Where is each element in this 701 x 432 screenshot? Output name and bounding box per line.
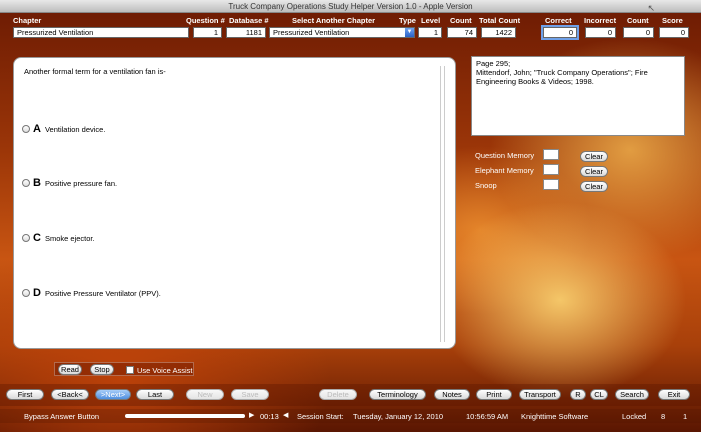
transport-button[interactable]: Transport [519, 389, 561, 400]
answer-d[interactable]: D Positive Pressure Ventilator (PPV). [22, 287, 161, 299]
snoop-label: Snoop [475, 181, 497, 190]
session-start-label: Session Start: [297, 412, 344, 421]
notes-button[interactable]: Notes [434, 389, 470, 400]
answer-a-radio[interactable] [22, 125, 30, 133]
answer-b[interactable]: B Positive pressure fan. [22, 177, 117, 189]
clear-elephant-memory-button[interactable]: Clear [580, 166, 608, 177]
select-chapter-label: Select Another Chapter [292, 16, 376, 25]
reference-box: Page 295; Mittendorf, John; "Truck Compa… [471, 56, 685, 136]
total-count-label: Total Count [479, 16, 521, 25]
clear-snoop-button[interactable]: Clear [580, 181, 608, 192]
level-label: Level [421, 16, 441, 25]
vendor-name: Knighttime Software [521, 412, 589, 421]
chapter-select[interactable]: Pressurized Ventilation ▼ [269, 27, 415, 38]
answer-c-letter: C [33, 232, 41, 244]
answer-c-radio[interactable] [22, 234, 30, 242]
chapter-label: Chapter [13, 16, 42, 25]
answer-b-letter: B [33, 177, 41, 189]
bypass-answer-label: Bypass Answer Button [24, 412, 100, 421]
exit-button[interactable]: Exit [658, 389, 690, 400]
session-date: Tuesday, January 12, 2010 [353, 412, 444, 421]
play-icon[interactable]: ▶ [249, 411, 254, 419]
voice-assist-label: Use Voice Assist [137, 366, 193, 375]
first-button[interactable]: First [6, 389, 44, 400]
dropdown-arrow-icon[interactable]: ▼ [405, 28, 414, 37]
answer-d-radio[interactable] [22, 289, 30, 297]
type-label: Type [399, 16, 416, 25]
elapsed-time: 00:13 [260, 412, 279, 421]
chapter-select-value: Pressurized Ventilation [273, 28, 350, 37]
elephant-memory-box[interactable] [543, 164, 559, 175]
locked-label: Locked [622, 412, 647, 421]
r-button[interactable]: R [570, 389, 586, 400]
chapter-field[interactable]: Pressurized Ventilation [13, 27, 189, 38]
progress-slider[interactable] [125, 414, 245, 418]
question-panel: Another formal term for a ventilation fa… [13, 57, 456, 349]
delete-button[interactable]: Delete [319, 389, 357, 400]
last-button[interactable]: Last [136, 389, 174, 400]
question-memory-box[interactable] [543, 149, 559, 160]
score-label: Score [662, 16, 683, 25]
answer-c-text: Smoke ejector. [44, 233, 95, 243]
question-memory-label: Question Memory [475, 151, 535, 160]
back-button[interactable]: <Back< [51, 389, 89, 400]
score-field[interactable]: 0 [659, 27, 689, 38]
question-number-field[interactable]: 1 [193, 27, 222, 38]
status-bar: Bypass Answer Button ▶ 00:13 ◀ Session S… [0, 409, 701, 423]
window-title-bar: Truck Company Operations Study Helper Ve… [0, 0, 701, 13]
question-number-label: Question # [186, 16, 225, 25]
answer-d-text: Positive Pressure Ventilator (PPV). [44, 288, 161, 298]
voice-assist-checkbox[interactable] [126, 366, 134, 374]
answer-b-radio[interactable] [22, 179, 30, 187]
incorrect-label: Incorrect [584, 16, 617, 25]
next-button[interactable]: >Next> [95, 389, 131, 400]
status-value-1: 8 [661, 412, 666, 421]
new-button[interactable]: New [186, 389, 224, 400]
terminology-button[interactable]: Terminology [369, 389, 426, 400]
answer-a-letter: A [33, 123, 41, 135]
reference-line: Page 295; [476, 59, 511, 68]
stop-button[interactable]: Stop [90, 364, 114, 375]
correct-field[interactable]: 0 [543, 27, 577, 38]
score-count-field[interactable]: 0 [623, 27, 654, 38]
search-button[interactable]: Search [615, 389, 649, 400]
question-text: Another formal term for a ventilation fa… [24, 67, 166, 76]
session-clock: 10:56:59 AM [466, 412, 509, 421]
count-field[interactable]: 74 [447, 27, 477, 38]
answer-c[interactable]: C Smoke ejector. [22, 232, 95, 244]
cl-button[interactable]: CL [590, 389, 608, 400]
answer-a-text: Ventilation device. [44, 124, 106, 134]
correct-label: Correct [545, 16, 572, 25]
status-value-2: 1 [683, 412, 688, 421]
question-scrollbar[interactable] [440, 66, 445, 342]
count-label: Count [450, 16, 472, 25]
clear-question-memory-button[interactable]: Clear [580, 151, 608, 162]
snoop-box[interactable] [543, 179, 559, 190]
answer-a[interactable]: A Ventilation device. [22, 123, 105, 135]
read-button[interactable]: Read [58, 364, 82, 375]
reference-line: Engineering Books & Videos; 1998. [476, 77, 594, 86]
answer-d-letter: D [33, 287, 41, 299]
rewind-icon[interactable]: ◀ [283, 411, 288, 419]
window-title: Truck Company Operations Study Helper Ve… [228, 2, 473, 11]
database-number-field[interactable]: 1181 [226, 27, 266, 38]
answer-b-text: Positive pressure fan. [44, 178, 118, 188]
cursor-icon: ↖ [647, 3, 655, 13]
save-button[interactable]: Save [231, 389, 269, 400]
total-count-field[interactable]: 1422 [481, 27, 516, 38]
elephant-memory-label: Elephant Memory [475, 166, 534, 175]
print-button[interactable]: Print [476, 389, 512, 400]
database-number-label: Database # [229, 16, 269, 25]
reference-line: Mittendorf, John; "Truck Company Operati… [476, 68, 648, 77]
score-count-label: Count [627, 16, 649, 25]
incorrect-field[interactable]: 0 [585, 27, 616, 38]
level-field[interactable]: 1 [418, 27, 442, 38]
